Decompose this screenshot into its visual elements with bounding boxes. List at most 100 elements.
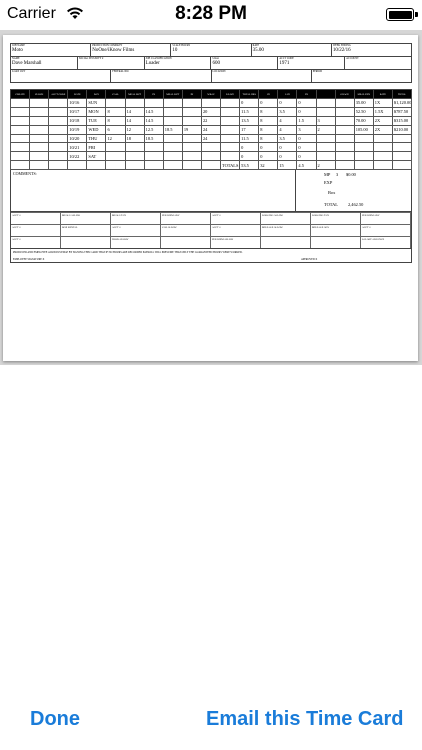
totals-cell: 53.5 bbox=[239, 160, 260, 171]
comments-label: COMMENTS: bbox=[13, 171, 37, 177]
header-field: SCALE HOURS 10 bbox=[171, 44, 252, 56]
header-field: PERIOD bbox=[312, 70, 411, 82]
allowance-cell: MILEAGE ADV bbox=[311, 224, 361, 237]
header-field-value: 600 bbox=[212, 61, 220, 66]
table-cell: 70.00 bbox=[353, 115, 374, 126]
table-cell: WED bbox=[86, 124, 107, 135]
table-cell: 4 bbox=[277, 115, 298, 126]
table-cell: 0 bbox=[277, 151, 298, 162]
allowance-cell: FOOD ALLOW bbox=[111, 236, 161, 249]
allowance-cell: CAR ALLOW bbox=[161, 224, 211, 237]
table-cell: 0 bbox=[239, 98, 260, 108]
table-cell: 13.5 bbox=[239, 115, 260, 126]
header-field-label: PERIOD bbox=[312, 70, 323, 73]
table-cell: 0 bbox=[258, 142, 279, 153]
header-field-label: FEDERAL ID# bbox=[112, 70, 129, 73]
table-row: 10/18 TUE 8 14 14.5 22 13.5 8 4 1.5 3 70.00 2X $315.0… bbox=[9, 115, 413, 126]
table-cell bbox=[124, 98, 145, 108]
header-field: WEEK ENDING 10/22/16 bbox=[332, 44, 411, 56]
table-cell bbox=[29, 124, 50, 135]
allowance-cell: ACCT # bbox=[211, 224, 261, 237]
table-row: 10/17 MON 8 14 14.5 20 11.5 8 3.5 0 52.50 1.5X $787.… bbox=[9, 106, 413, 117]
table-cell: 0 bbox=[296, 133, 317, 144]
header-row-2: NAME Dave Marshall SOCIAL SECURITY # JOB CL… bbox=[10, 56, 412, 69]
allowance-cell: MEALS ALLOW bbox=[61, 212, 111, 225]
table-cell bbox=[315, 98, 336, 108]
table-cell: 3 bbox=[296, 124, 317, 135]
table-cell bbox=[372, 160, 393, 171]
table-cell: 10/22 bbox=[67, 151, 88, 162]
table-cell bbox=[86, 160, 107, 171]
table-cell bbox=[181, 98, 202, 108]
table-cell bbox=[391, 160, 413, 171]
battery-nub bbox=[415, 12, 418, 17]
table-cell bbox=[353, 151, 374, 162]
allowance-cell: PER DIEM ALLOW bbox=[211, 236, 261, 249]
table-cell bbox=[353, 142, 374, 153]
table-cell: 2X bbox=[372, 124, 393, 135]
table-cell: 10/19 bbox=[67, 124, 88, 135]
totals-label: TOTALS bbox=[220, 160, 241, 171]
table-cell bbox=[48, 160, 69, 171]
header-field-value: 10 bbox=[172, 48, 178, 53]
table-cell bbox=[143, 151, 164, 162]
column-header: IN bbox=[143, 89, 164, 99]
table-cell: 52.50 bbox=[353, 106, 374, 117]
document-preview[interactable]: JOB NAME Moto PRODUCTION COMPANY NoOne/iKno… bbox=[0, 30, 422, 365]
allowance-cell: PER DIEM ADV bbox=[161, 212, 211, 225]
table-cell: 24 bbox=[200, 124, 222, 135]
column-header: IN bbox=[181, 89, 202, 99]
allowance-cell: SALARY ADVANCE bbox=[361, 236, 411, 249]
totals-cell: 4.5 bbox=[296, 160, 317, 171]
done-button[interactable]: Done bbox=[30, 708, 80, 731]
table-cell bbox=[315, 106, 336, 117]
table-row: 10/21 FRI 0 0 0 0 bbox=[9, 142, 413, 153]
column-header: DATE bbox=[67, 89, 88, 99]
totals-cell: 32 bbox=[258, 160, 279, 171]
table-cell: MON bbox=[86, 106, 107, 117]
table-cell bbox=[334, 124, 355, 135]
column-header: LEAVE bbox=[220, 89, 241, 99]
table-cell bbox=[353, 133, 374, 144]
table-cell: 11.5 bbox=[239, 106, 260, 117]
total-label: TOTAL bbox=[324, 202, 338, 208]
table-cell bbox=[220, 98, 241, 108]
table-cell bbox=[334, 98, 355, 108]
table-cell: 10/21 bbox=[67, 142, 88, 153]
table-cell: 3 bbox=[315, 115, 336, 126]
totals-cell: 2 bbox=[315, 160, 336, 171]
table-cell: 10/16 bbox=[67, 98, 88, 108]
table-cell: 105.00 bbox=[353, 124, 374, 135]
column-header: TOTAL bbox=[391, 89, 413, 99]
table-cell bbox=[143, 160, 164, 171]
allowance-cell: ACCT # bbox=[11, 212, 61, 225]
table-cell bbox=[29, 142, 50, 153]
column-header: MEAL PEN bbox=[353, 89, 374, 99]
table-cell: 0 bbox=[296, 142, 317, 153]
header-field-label: LOAN OUT bbox=[12, 70, 26, 73]
table-cell: 6 bbox=[105, 124, 126, 135]
box-label: Box bbox=[328, 190, 336, 196]
table-cell bbox=[334, 115, 355, 126]
table-cell bbox=[9, 142, 31, 153]
table-cell: 10/17 bbox=[67, 106, 88, 117]
table-row: 10/16 SUN 0 0 0 0 35.00 1X $1,120.00 bbox=[9, 98, 413, 108]
header-field: ACCT CODE 1971 bbox=[278, 57, 346, 69]
table-cell bbox=[9, 124, 31, 135]
allowance-cell: ACCT # bbox=[11, 224, 61, 237]
allowance-cell bbox=[161, 236, 211, 249]
header-field: LOAN OUT bbox=[11, 70, 112, 82]
table-cell: 3.5 bbox=[277, 133, 298, 144]
table-cell bbox=[29, 115, 50, 126]
battery-icon bbox=[386, 8, 414, 21]
allowance-cell: ACCT # bbox=[361, 224, 411, 237]
table-row: 10/19 WED 6 12 12.5 18.5 19 24 17 8 4 3 2 105.00 2X $21… bbox=[9, 124, 413, 135]
email-time-card-button[interactable]: Email this Time Card bbox=[206, 708, 403, 731]
table-cell bbox=[162, 160, 183, 171]
table-cell bbox=[200, 151, 222, 162]
table-cell bbox=[315, 151, 336, 162]
header-row-3: LOAN OUT FEDERAL ID# LOCATION PERIOD bbox=[10, 69, 412, 83]
table-cell: 1.5 bbox=[296, 115, 317, 126]
header-field: LOCATION bbox=[212, 70, 312, 82]
table-cell: 0 bbox=[296, 106, 317, 117]
